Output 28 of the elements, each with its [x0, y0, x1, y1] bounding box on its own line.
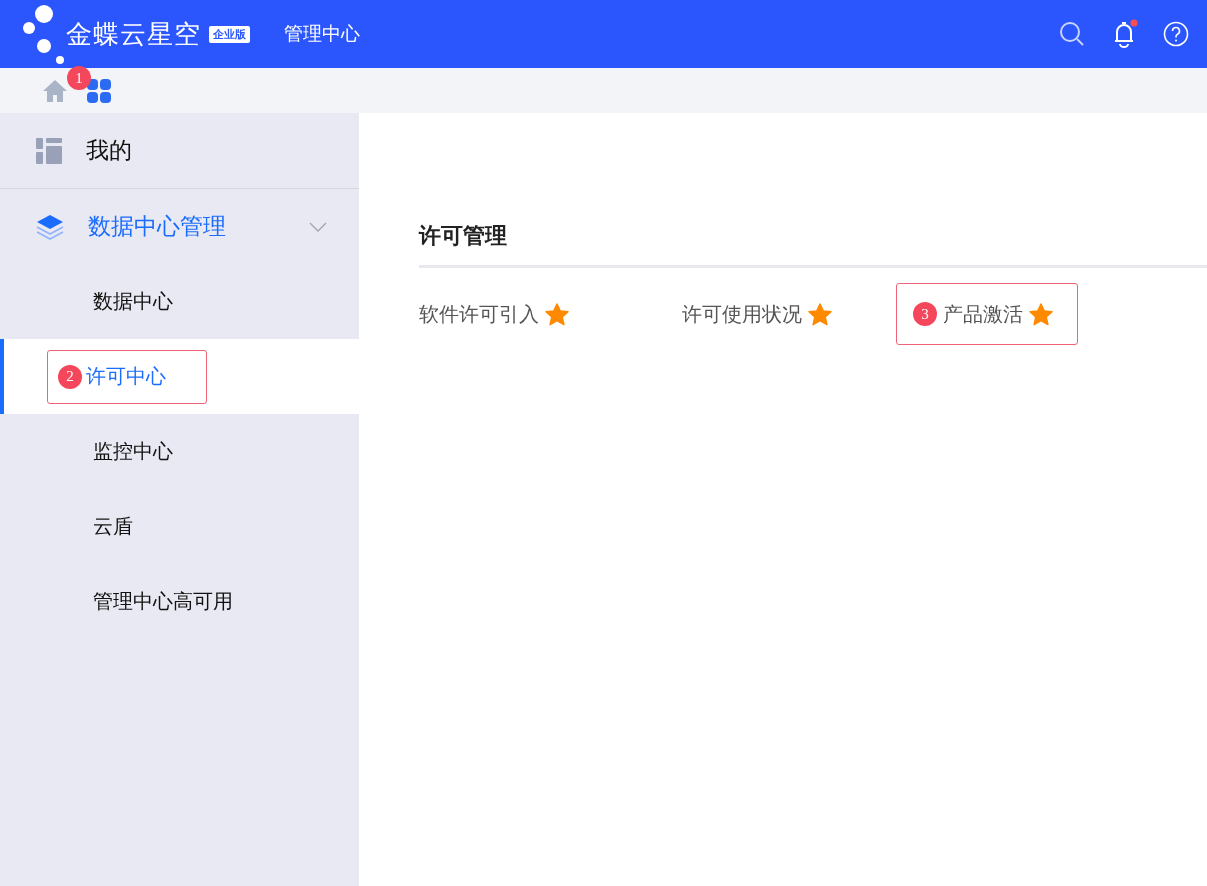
- dashboard-icon: [36, 137, 62, 164]
- sidebar-subitem[interactable]: 许可中心: [86, 363, 166, 390]
- logo-dots-icon: [20, 4, 66, 64]
- app-title: 管理中心: [284, 21, 360, 46]
- edition-badge: 企业版: [209, 25, 250, 43]
- search-icon[interactable]: [1059, 21, 1085, 47]
- star-icon[interactable]: [545, 302, 569, 326]
- sidebar-subitem[interactable]: 数据中心: [51, 288, 173, 315]
- star-icon[interactable]: [1029, 302, 1053, 326]
- callout-number: 1: [67, 66, 91, 90]
- section-heading: 许可管理: [419, 221, 1207, 268]
- callout-number: 2: [58, 364, 82, 389]
- feature-link[interactable]: 许可使用状况: [682, 300, 802, 328]
- sidebar-item[interactable]: 数据中心管理: [0, 189, 359, 264]
- sidebar-subitem[interactable]: 管理中心高可用: [51, 588, 233, 615]
- sidebar-item[interactable]: 我的: [0, 113, 359, 189]
- layers-icon: [36, 213, 64, 240]
- callout-number: 3: [913, 302, 937, 326]
- logo-text: 金蝶云星空: [66, 17, 201, 51]
- app-grid-icon[interactable]: [86, 77, 112, 104]
- help-icon[interactable]: [1163, 21, 1189, 47]
- home-icon[interactable]: [42, 78, 68, 103]
- feature-link[interactable]: 产品激活: [943, 300, 1023, 328]
- feature-link[interactable]: 软件许可引入: [419, 300, 539, 328]
- sidebar-subitem[interactable]: 监控中心: [51, 438, 173, 465]
- star-icon[interactable]: [808, 302, 832, 326]
- sidebar-subitem[interactable]: 云盾: [51, 513, 133, 540]
- chevron-icon[interactable]: [309, 221, 327, 232]
